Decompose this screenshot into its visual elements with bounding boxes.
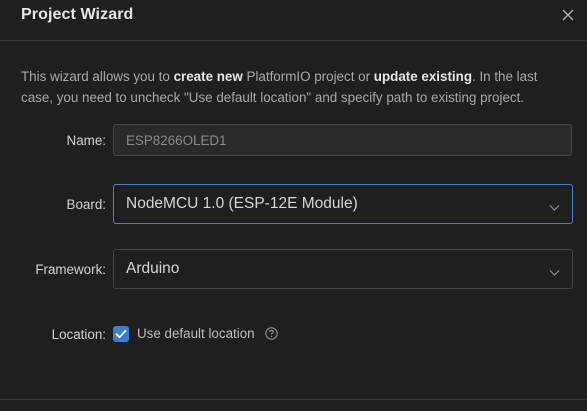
framework-label: Framework:	[35, 262, 106, 277]
use-default-location-checkbox[interactable]	[113, 326, 129, 342]
dialog-title: Project Wizard	[21, 6, 134, 23]
project-wizard-dialog: Project Wizard This wizard allows you to…	[0, 0, 587, 411]
help-icon[interactable]	[265, 327, 278, 340]
wizard-description: This wizard allows you to create new Pla…	[21, 66, 569, 108]
footer-divider	[0, 399, 587, 400]
intro-text-1: This wizard allows you to	[21, 69, 174, 84]
chevron-down-icon	[549, 264, 560, 276]
location-label: Location:	[51, 327, 106, 342]
name-field[interactable]	[113, 124, 572, 156]
use-default-location-label[interactable]: Use default location	[137, 326, 255, 341]
name-input[interactable]	[114, 125, 571, 155]
dialog-header: Project Wizard	[0, 0, 587, 41]
board-selected-value: NodeMCU 1.0 (ESP-12E Module)	[126, 195, 358, 212]
board-select[interactable]: NodeMCU 1.0 (ESP-12E Module)	[113, 184, 573, 224]
board-label: Board:	[66, 197, 106, 212]
intro-bold-update-existing: update existing	[373, 69, 472, 84]
name-label: Name:	[66, 133, 106, 148]
close-icon[interactable]	[561, 8, 575, 22]
intro-text-2: PlatformIO project or	[242, 69, 374, 84]
framework-selected-value: Arduino	[126, 260, 180, 277]
intro-bold-create-new: create new	[173, 69, 243, 84]
chevron-down-icon	[549, 199, 560, 211]
checkmark-icon	[115, 329, 127, 339]
framework-select[interactable]: Arduino	[113, 249, 573, 289]
